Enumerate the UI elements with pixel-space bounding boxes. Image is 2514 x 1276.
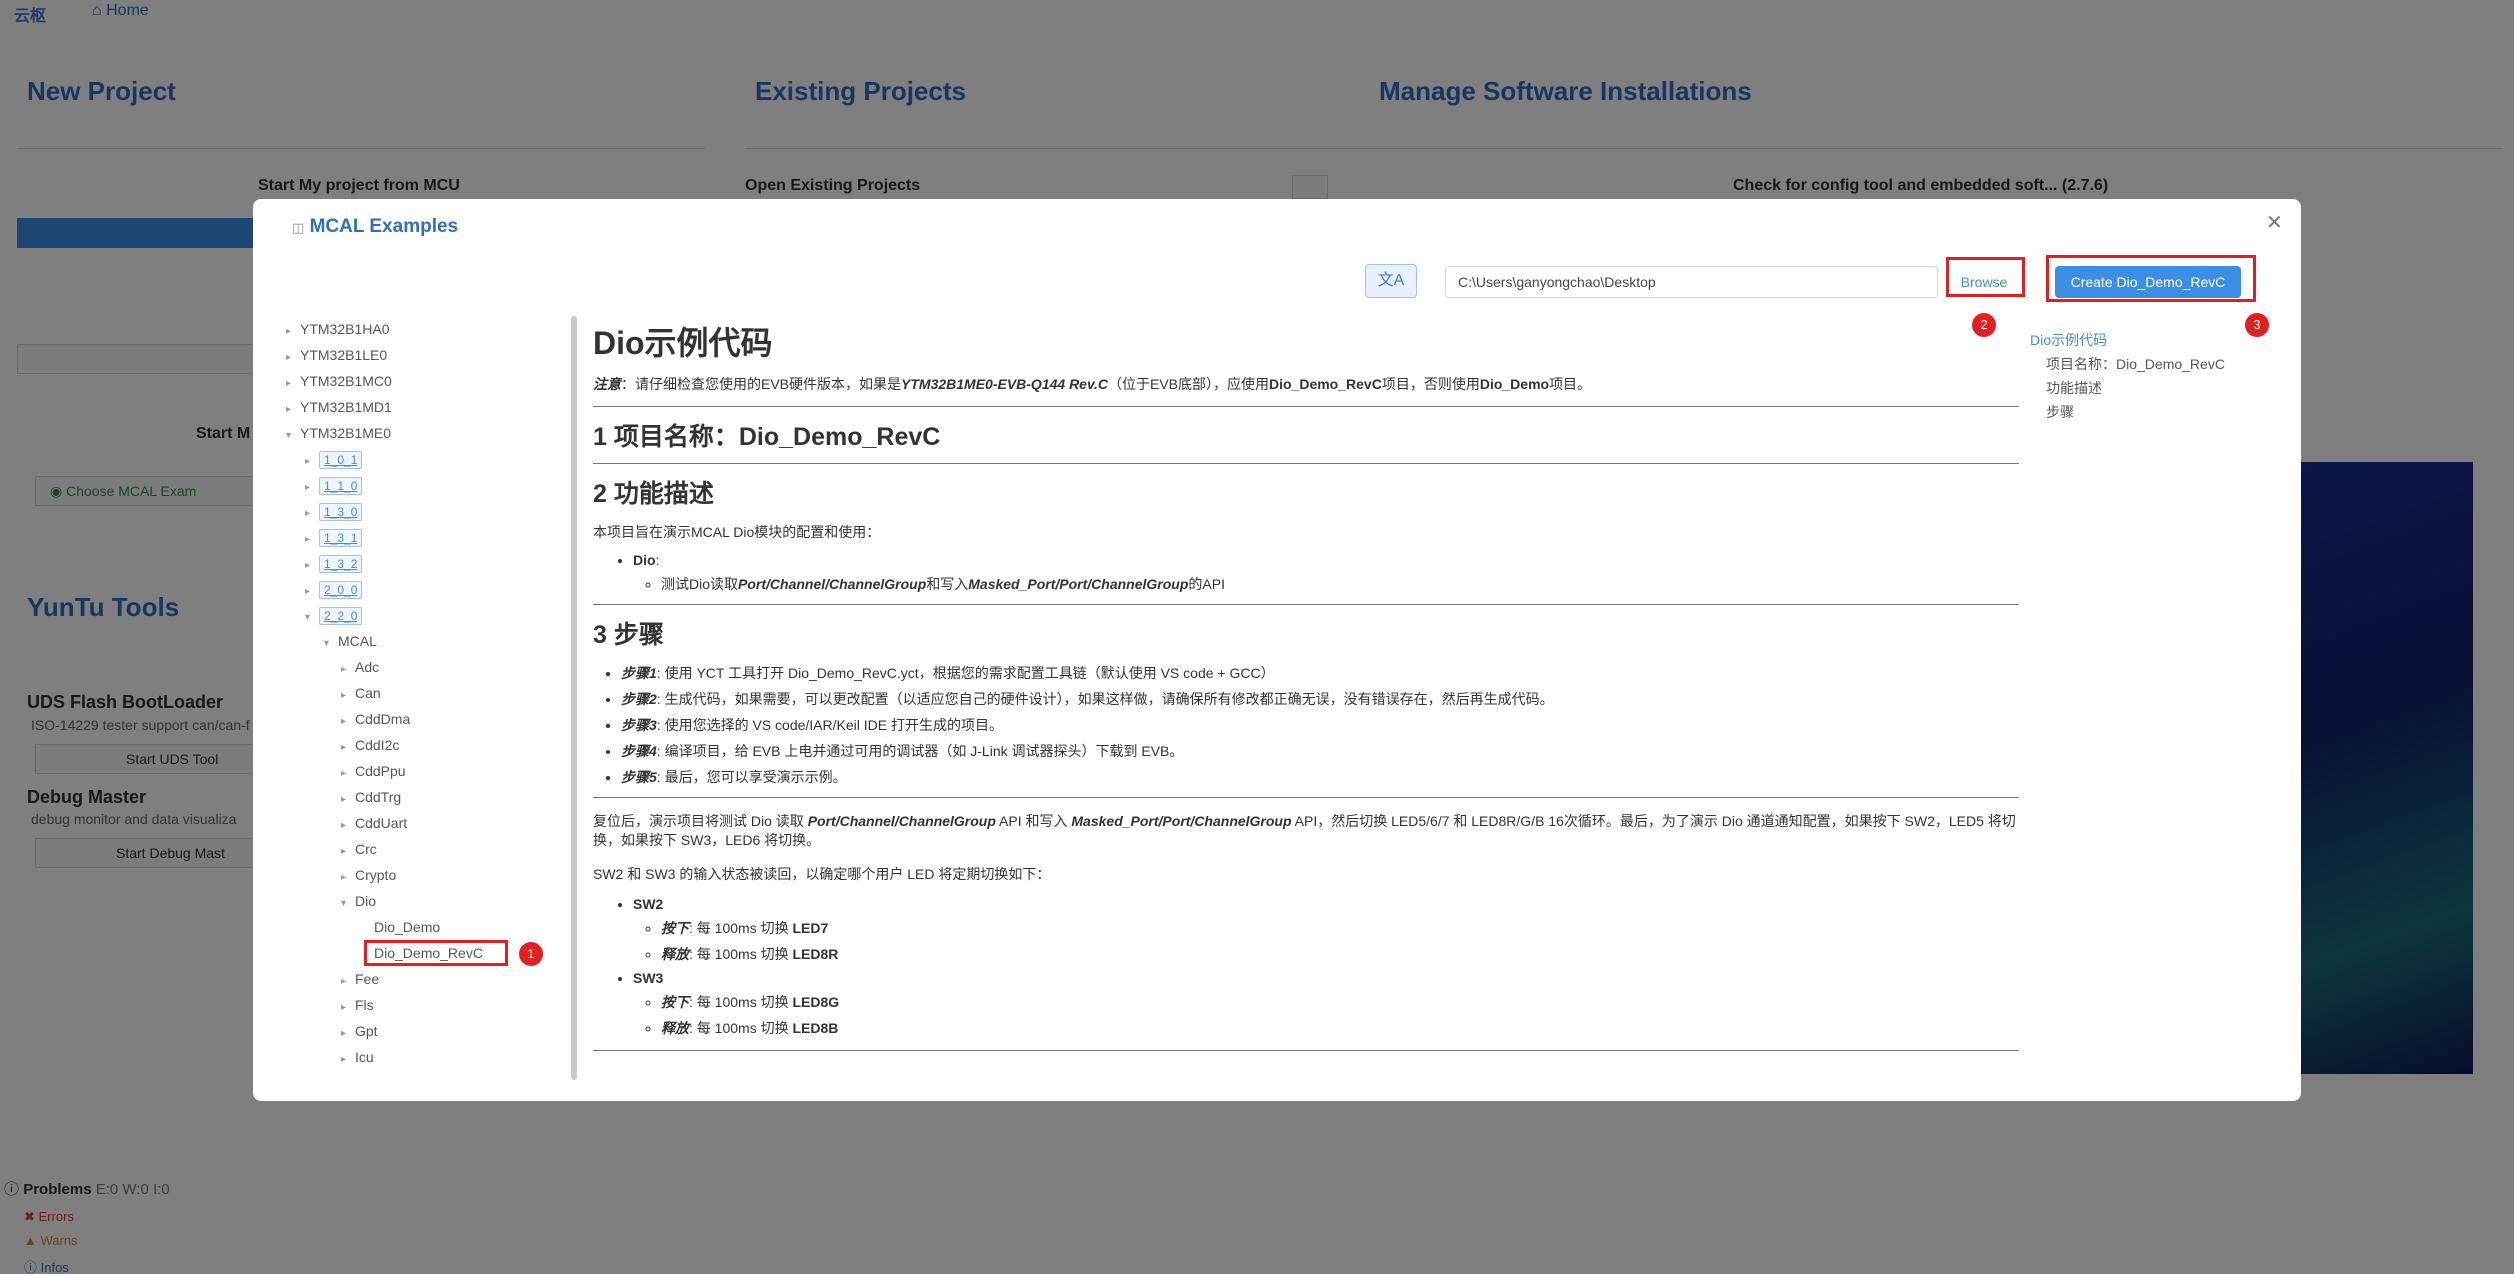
doc-para-1: 复位后，演示项目将测试 Dio 读取 Port/Channel/ChannelG… xyxy=(593,813,2016,848)
toc-link-title[interactable]: Dio示例代码 xyxy=(2030,330,2270,350)
tree-version[interactable]: ▾ 2_2_0 xyxy=(305,604,363,626)
doc-title: Dio示例代码 xyxy=(593,325,773,361)
doc-section-2: 2 功能描述 xyxy=(593,480,714,508)
tree-chip-le0[interactable]: ▸ YTM32B1LE0 xyxy=(286,344,387,366)
highlight-box-browse xyxy=(1946,257,2025,297)
doc-s2-intro: 本项目旨在演示MCAL Dio模块的配置和使用： xyxy=(593,524,881,540)
tree-version[interactable]: ▸ 1_1_0 xyxy=(305,474,363,496)
toc-link[interactable]: 项目名称：Dio_Demo_RevC xyxy=(2046,354,2270,374)
tree-mcal[interactable]: ▾ MCAL xyxy=(324,630,377,652)
tree-version[interactable]: ▸ 1_3_2 xyxy=(305,552,363,574)
tree-version[interactable]: ▸ 1_3_1 xyxy=(305,526,363,548)
tree-module[interactable]: ▸ CddDma xyxy=(341,708,410,730)
tree-example-dio-demo[interactable]: Dio_Demo xyxy=(374,916,440,938)
doc-s2-list: Dio: 测试Dio读取Port/Channel/ChannelGroup和写入… xyxy=(593,552,2019,594)
doc-section-3: 3 步骤 xyxy=(593,621,664,649)
tree-version[interactable]: ▸ 1_0_1 xyxy=(305,448,363,470)
tree-chip-mc0[interactable]: ▸ YTM32B1MC0 xyxy=(286,370,392,392)
translate-icon: 文A xyxy=(1377,272,1405,289)
doc-steps-list: 步骤1: 使用 YCT 工具打开 Dio_Demo_RevC.yct，根据您的需… xyxy=(593,663,2019,787)
tree-module[interactable]: ▸ CddTrg xyxy=(341,786,401,808)
tree-module[interactable]: ▸ Crc xyxy=(341,838,377,860)
tree-module[interactable]: ▸ Crypto xyxy=(341,864,396,886)
tree-module[interactable]: ▸ Icu xyxy=(341,1046,374,1068)
tree-scrollbar[interactable] xyxy=(571,316,577,1080)
tree-module-dio[interactable]: ▾ Dio xyxy=(341,890,376,912)
output-path-input[interactable]: C:\Users\ganyongchao\Desktop xyxy=(1445,266,1938,298)
close-icon[interactable]: ✕ xyxy=(2266,210,2283,235)
dialog-title: ◫ MCAL Examples xyxy=(292,216,459,237)
tree-module[interactable]: ▸ CddPpu xyxy=(341,760,406,782)
tree-chip-md1[interactable]: ▸ YTM32B1MD1 xyxy=(286,396,392,418)
doc-switch-list: SW2 按下: 每 100ms 切换 LED7 释放: 每 100ms 切换 L… xyxy=(593,896,2019,1038)
doc-note: 注意：请仔细检查您使用的EVB硬件版本，如果是YTM32B1ME0-EVB-Q1… xyxy=(593,376,1592,392)
tree-module[interactable]: ▸ CddI2c xyxy=(341,734,399,756)
doc-divider xyxy=(593,604,2019,605)
tree-module[interactable]: ▸ Fee xyxy=(341,968,379,990)
doc-divider xyxy=(593,1050,2019,1051)
tree-module[interactable]: ▸ Adc xyxy=(341,656,379,678)
tree-version[interactable]: ▸ 1_3_0 xyxy=(305,500,363,522)
dialog-icon: ◫ xyxy=(292,220,305,235)
toc-link[interactable]: 步骤 xyxy=(2046,402,2270,422)
doc-para-2: SW2 和 SW3 的输入状态被读回，以确定哪个用户 LED 将定期切换如下： xyxy=(593,866,1051,882)
tree-chip-ha0[interactable]: ▸ YTM32B1HA0 xyxy=(286,318,389,340)
tree-module[interactable]: ▸ Fls xyxy=(341,994,374,1016)
doc-section-1: 1 项目名称：Dio_Demo_RevC xyxy=(593,423,941,451)
tree-chip-me0[interactable]: ▾ YTM32B1ME0 xyxy=(286,422,391,444)
toc-panel: Dio示例代码 项目名称：Dio_Demo_RevC 功能描述 步骤 xyxy=(2030,330,2270,422)
doc-divider xyxy=(593,797,2019,798)
highlight-box-create xyxy=(2046,255,2256,302)
translate-button[interactable]: 文A xyxy=(1365,264,1417,298)
readme-content: Dio示例代码 注意：请仔细检查您使用的EVB硬件版本，如果是YTM32B1ME… xyxy=(593,318,2019,1051)
step-badge-1: 1 xyxy=(519,942,543,966)
highlight-box-tree xyxy=(364,940,508,966)
doc-divider xyxy=(593,463,2019,464)
tree-module[interactable]: ▸ CddUart xyxy=(341,812,407,834)
doc-divider xyxy=(593,406,2019,407)
tree-module[interactable]: ▸ Gpt xyxy=(341,1020,378,1042)
toc-link[interactable]: 功能描述 xyxy=(2046,378,2270,398)
tree-version[interactable]: ▸ 2_0_0 xyxy=(305,578,363,600)
tree-module[interactable]: ▸ Can xyxy=(341,682,381,704)
